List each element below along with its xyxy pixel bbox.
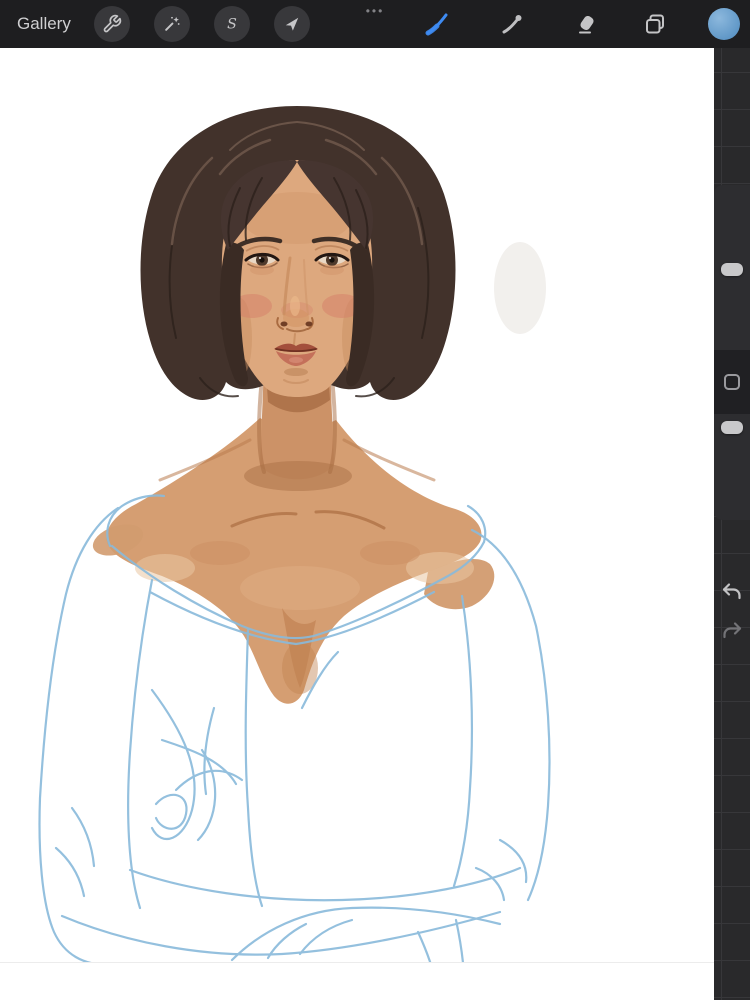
selection-s-glyph: S [227, 17, 237, 33]
undo-arrow-icon [722, 583, 741, 600]
undo-button[interactable] [719, 580, 745, 606]
procreate-workspace: Gallery S ••• [0, 0, 750, 1000]
canvas-options-button[interactable]: ••• [357, 2, 393, 20]
adjustments-button[interactable] [154, 6, 190, 42]
erase-tool-button[interactable] [575, 12, 599, 36]
selection-button[interactable]: S [214, 6, 250, 42]
square-outline-icon [724, 374, 740, 390]
drawing-canvas[interactable] [0, 48, 714, 1000]
smudge-brush-icon [502, 15, 522, 34]
actions-button[interactable] [94, 6, 130, 42]
canvas-paint-edge [0, 962, 714, 963]
brush-opacity-handle[interactable] [721, 421, 743, 434]
color-swatch[interactable] [708, 8, 740, 40]
transform-button[interactable] [274, 6, 310, 42]
background-smudge [494, 242, 546, 334]
gallery-button[interactable]: Gallery [17, 0, 71, 48]
redo-button[interactable] [719, 619, 745, 645]
smudge-tool-button[interactable] [500, 12, 524, 36]
paintbrush-icon [425, 13, 448, 36]
wrench-icon [103, 14, 122, 33]
modify-button[interactable] [714, 350, 750, 414]
eraser-icon [579, 15, 594, 34]
layers-icon [646, 14, 664, 34]
transform-arrow-icon [285, 17, 299, 31]
brush-sidebar [714, 185, 750, 520]
top-toolbar: Gallery S ••• [0, 0, 750, 48]
selection-s-icon: S [227, 17, 237, 33]
brush-size-handle[interactable] [721, 263, 743, 276]
magic-wand-icon [165, 16, 180, 31]
redo-arrow-icon [723, 622, 742, 639]
paint-tool-button[interactable] [425, 12, 449, 36]
layers-button[interactable] [643, 12, 667, 36]
canvas-artwork [38, 106, 551, 1000]
